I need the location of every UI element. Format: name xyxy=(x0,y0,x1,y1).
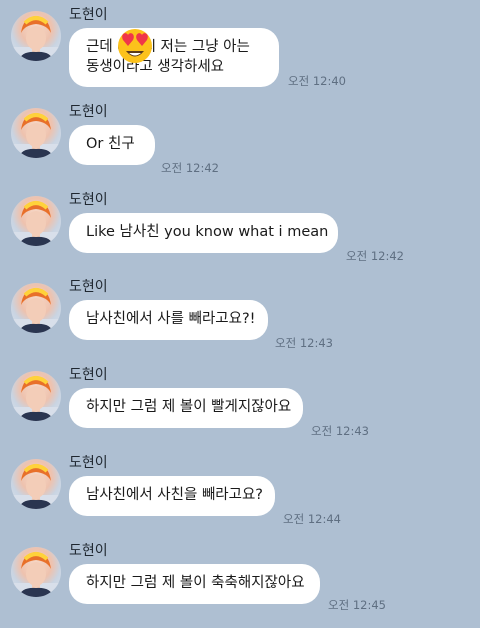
message-text-line: 근데 ○○씨 저는 그냥 아는 xyxy=(86,39,250,55)
message-bubble[interactable]: Or 친구 xyxy=(69,125,155,165)
profile-photo-icon xyxy=(11,464,61,509)
avatar[interactable] xyxy=(11,371,61,421)
profile-photo-icon xyxy=(11,288,61,333)
heart-eyes-emoji-icon xyxy=(114,24,156,66)
message-timestamp: 오전 12:42 xyxy=(161,161,219,175)
sender-name: 도현이 xyxy=(69,7,108,23)
avatar[interactable] xyxy=(11,547,61,597)
message-timestamp: 오전 12:40 xyxy=(288,74,346,88)
profile-photo-icon xyxy=(11,552,61,597)
message-bubble[interactable]: Like 남사친 you know what i mean xyxy=(69,213,338,253)
sender-name: 도현이 xyxy=(69,104,108,120)
message-text-line: 하지만 그럼 제 볼이 빨게지잖아요 xyxy=(86,399,292,415)
profile-photo-icon xyxy=(11,376,61,421)
message-bubble[interactable]: 하지만 그럼 제 볼이 빨게지잖아요 xyxy=(69,388,303,428)
message-timestamp: 오전 12:45 xyxy=(328,598,386,612)
sender-name: 도현이 xyxy=(69,543,108,559)
sender-name: 도현이 xyxy=(69,192,108,208)
profile-photo-icon xyxy=(11,201,61,246)
chat-message: 도현이 Like 남사친 you know what i mean 오전 12:… xyxy=(0,185,480,271)
chat-message: 도현이 하지만 그럼 제 볼이 빨게지잖아요 오전 12:43 xyxy=(0,360,480,446)
message-timestamp: 오전 12:43 xyxy=(275,336,333,350)
message-text-line: 남사친에서 사친을 빼라고요? xyxy=(86,487,263,503)
chat-message: 도현이 남사친에서 사를 빼라고요?! 오전 12:43 xyxy=(0,272,480,358)
profile-photo-icon xyxy=(11,16,61,61)
chat-message: 도현이 남사친에서 사친을 빼라고요? 오전 12:44 xyxy=(0,448,480,534)
message-bubble[interactable]: 남사친에서 사를 빼라고요?! xyxy=(69,300,268,340)
profile-photo-icon xyxy=(11,113,61,158)
avatar[interactable] xyxy=(11,196,61,246)
message-timestamp: 오전 12:44 xyxy=(283,512,341,526)
message-text-line: Or 친구 xyxy=(86,136,135,152)
message-text-line: 동생이라고 생각하세요 xyxy=(86,59,225,75)
avatar[interactable] xyxy=(11,108,61,158)
message-timestamp: 오전 12:43 xyxy=(311,424,369,438)
message-bubble[interactable]: 하지만 그럼 제 볼이 축축해지잖아요 xyxy=(69,564,320,604)
chat-message: 도현이 근데 ○○씨 저는 그냥 아는 동생이라고 생각하세요 오전 12:40 xyxy=(0,0,480,88)
message-text-line: Like 남사친 you know what i mean xyxy=(86,224,329,240)
sender-name: 도현이 xyxy=(69,455,108,471)
message-timestamp: 오전 12:42 xyxy=(346,249,404,263)
chat-message: 도현이 Or 친구 오전 12:42 xyxy=(0,97,480,183)
message-bubble[interactable]: 남사친에서 사친을 빼라고요? xyxy=(69,476,275,516)
avatar[interactable] xyxy=(11,459,61,509)
avatar[interactable] xyxy=(11,11,61,61)
message-text-line: 하지만 그럼 제 볼이 축축해지잖아요 xyxy=(86,575,305,591)
message-text-line: 남사친에서 사를 빼라고요?! xyxy=(86,311,256,327)
sender-name: 도현이 xyxy=(69,367,108,383)
message-bubble[interactable]: 근데 ○○씨 저는 그냥 아는 동생이라고 생각하세요 xyxy=(69,28,279,87)
chat-message: 도현이 하지만 그럼 제 볼이 축축해지잖아요 오전 12:45 xyxy=(0,536,480,622)
sender-name: 도현이 xyxy=(69,279,108,295)
avatar[interactable] xyxy=(11,283,61,333)
